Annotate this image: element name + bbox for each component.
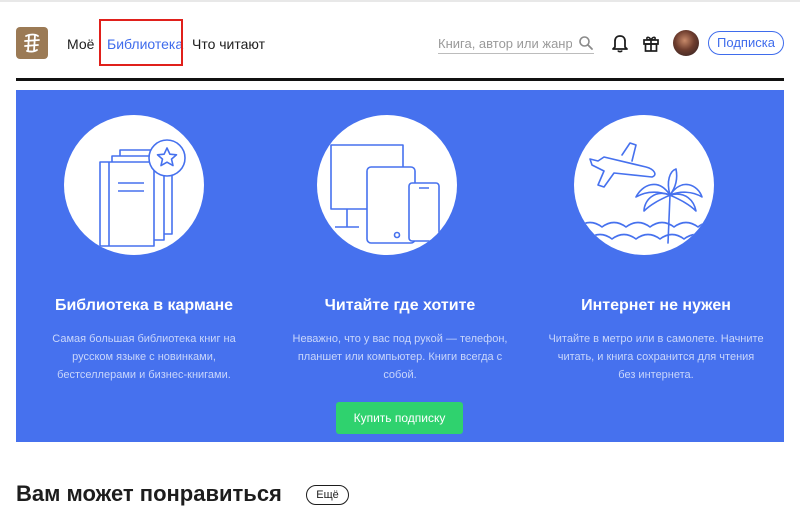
feature-illustration-library (64, 115, 204, 255)
nav-item-mine[interactable]: Моё (67, 36, 94, 52)
book-star-icon (99, 139, 186, 247)
feature-title-offline: Интернет не нужен (581, 297, 731, 314)
search-box (438, 34, 594, 54)
highlight-frame (99, 19, 183, 66)
more-button[interactable]: Ещё (306, 485, 349, 505)
feature-illustration-offline (574, 115, 714, 255)
user-avatar[interactable] (673, 30, 699, 56)
promo-banner: Библиотека в кармане Самая большая библи… (16, 90, 784, 442)
search-icon[interactable] (578, 35, 594, 51)
feature-title-library: Библиотека в кармане (54, 297, 234, 314)
bookmate-logo-icon[interactable] (16, 27, 48, 59)
search-input[interactable] (438, 34, 572, 52)
gift-icon[interactable] (642, 33, 660, 53)
recommendations-title: Вам может понравиться (16, 481, 282, 506)
feature-title-devices: Читайте где хотите (324, 297, 476, 314)
feature-illustration-devices (317, 115, 457, 255)
buy-subscription-button[interactable]: Купить подписку (336, 402, 463, 434)
subscribe-button[interactable]: Подписка (708, 31, 784, 55)
site-header: Моё Библиотека Что читают Подписка (0, 0, 800, 80)
feature-desc-library: Самая большая библиотека книг на русском… (52, 333, 236, 381)
devices-icon (330, 144, 440, 244)
feature-desc-devices: Неважно, что у вас под рукой — телефон, … (292, 333, 508, 381)
feature-desc-offline: Читайте в метро или в самолете. Начните … (548, 333, 764, 381)
plane-palm-icon (577, 142, 713, 244)
header-divider (16, 78, 784, 81)
nav-item-trending[interactable]: Что читают (192, 36, 265, 52)
bell-icon[interactable] (611, 33, 629, 53)
